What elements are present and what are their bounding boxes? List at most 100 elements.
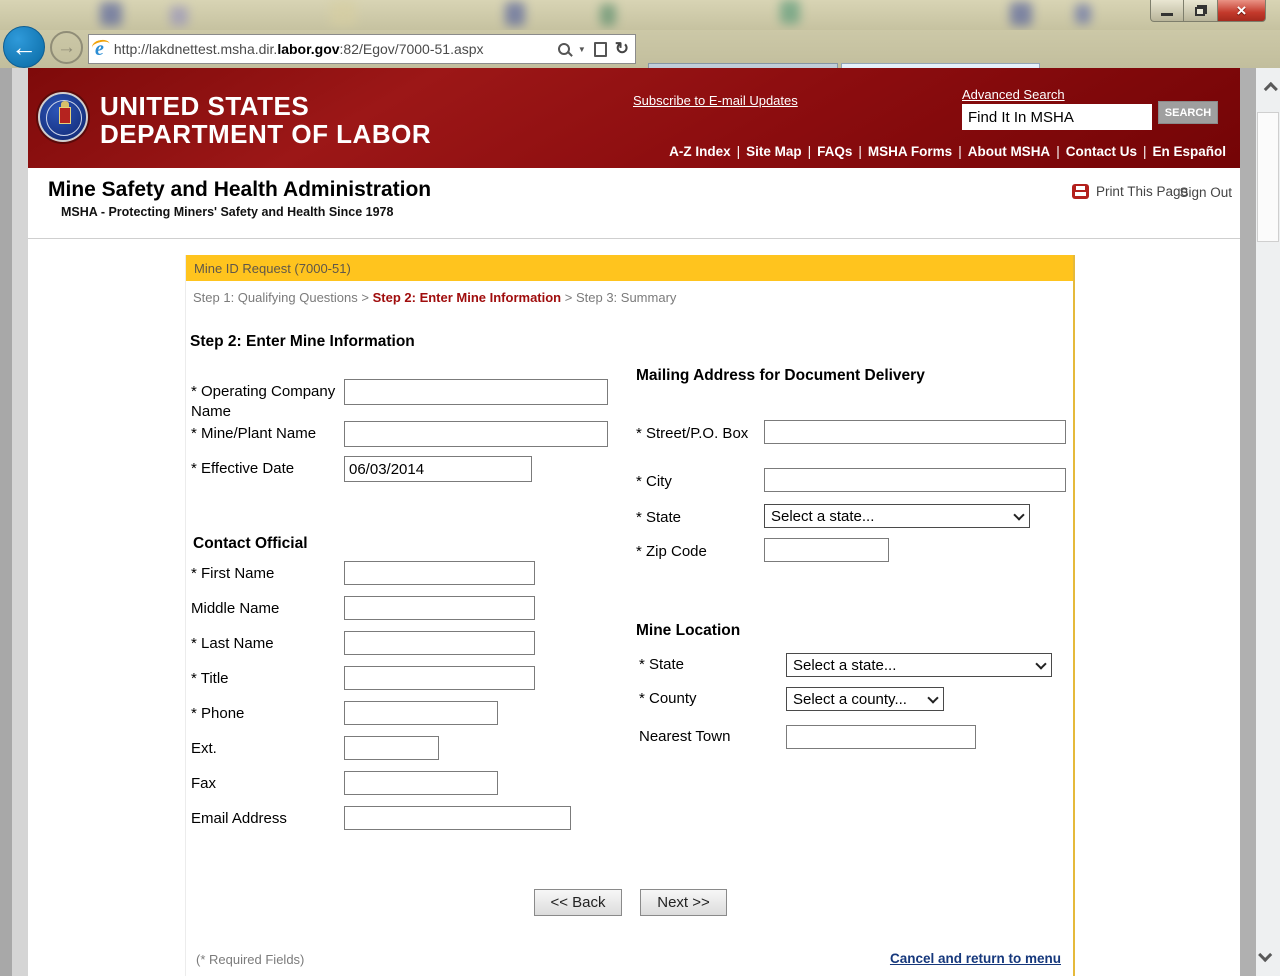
middle-name-input[interactable] [344,596,535,620]
first-name-input[interactable] [344,561,535,585]
msha-search-button[interactable]: SEARCH [1158,101,1218,124]
city-label: * City [636,468,764,493]
operating-company-input[interactable] [344,379,608,405]
window-titlebar: × [0,0,1280,30]
msha-subheader: Mine Safety and Health Administration MS… [28,168,1240,239]
next-step-button[interactable]: Next >> [640,889,727,916]
url-text[interactable]: http://lakdnettest.msha.dir.labor.gov:82… [114,41,558,57]
msha-search-input[interactable] [962,104,1152,130]
step2-heading: Step 2: Enter Mine Information [190,333,415,351]
fax-input[interactable] [344,771,498,795]
nav-contact-us[interactable]: Contact Us [1066,144,1137,159]
refresh-icon[interactable]: ↻ [615,39,629,59]
title-input[interactable] [344,666,535,690]
desktop-icon-blur [600,4,616,26]
form-container: Mine ID Request (7000-51) Step 1: Qualif… [185,255,1075,976]
nav-en-espanol[interactable]: En Español [1152,144,1226,159]
ie-window: × e Application Jump Page e MSHA - × ⌂ ★… [0,0,1280,976]
scroll-down-button[interactable] [1256,938,1280,972]
breadcrumb-step1: Step 1: Qualifying Questions [193,290,358,305]
close-icon: × [1237,2,1247,19]
print-this-page[interactable]: Print This Page [1072,184,1188,199]
window-minimize-button[interactable] [1150,0,1184,22]
seal-crest [59,107,71,124]
dol-header: UNITED STATES DEPARTMENT OF LABOR Subscr… [28,68,1240,168]
effective-date-input[interactable] [344,456,532,482]
nav-site-map[interactable]: Site Map [746,144,802,159]
site-tagline: MSHA - Protecting Miners' Safety and Hea… [61,205,393,219]
nearest-town-input[interactable] [786,725,976,749]
breadcrumb-step2-current: Step 2: Enter Mine Information [373,290,562,305]
minimize-icon [1161,13,1173,16]
agency-name: UNITED STATES DEPARTMENT OF LABOR [100,92,431,148]
last-name-input[interactable] [344,631,535,655]
street-input[interactable] [764,420,1066,444]
vertical-scrollbar[interactable] [1256,68,1280,976]
city-input[interactable] [764,468,1066,492]
mine-state-select[interactable]: Select a state... [786,653,1052,677]
nav-msha-forms[interactable]: MSHA Forms [868,144,952,159]
subscribe-link[interactable]: Subscribe to E-mail Updates [633,93,798,108]
nav-az-index[interactable]: A-Z Index [669,144,731,159]
mine-plant-input[interactable] [344,421,608,447]
scroll-up-button[interactable] [1256,72,1280,106]
forward-button[interactable]: → [50,31,83,64]
scrollbar-thumb[interactable] [1257,112,1279,242]
page-body: UNITED STATES DEPARTMENT OF LABOR Subscr… [28,68,1240,976]
address-bar[interactable]: e http://lakdnettest.msha.dir.labor.gov:… [88,34,636,64]
mine-plant-label: * Mine/Plant Name [191,421,344,444]
email-label: Email Address [191,806,344,829]
desktop-icon-blur [780,0,800,24]
window-close-button[interactable]: × [1218,0,1266,22]
breadcrumb-step3: Step 3: Summary [576,290,676,305]
chevron-down-icon [1258,948,1272,962]
back-step-button[interactable]: << Back [534,889,622,916]
chevron-down-icon[interactable]: ▼ [578,45,586,54]
site-title: Mine Safety and Health Administration [48,178,431,202]
desktop-icon-blur [1010,2,1032,26]
county-label: * County [639,687,786,707]
mine-state-label: * State [639,653,786,673]
page-margin-right [1240,68,1256,976]
page-favicon: e [95,39,104,59]
nav-about-msha[interactable]: About MSHA [968,144,1050,159]
desktop-icon-blur [330,0,356,26]
forward-arrow-icon: → [57,37,76,59]
street-label: * Street/P.O. Box [636,420,764,445]
contact-official-heading: Contact Official [193,535,308,553]
dol-seal-logo [38,92,88,142]
breadcrumb: Step 1: Qualifying Questions > Step 2: E… [193,290,676,305]
last-name-label: * Last Name [191,631,344,654]
cancel-return-link[interactable]: Cancel and return to menu [890,951,1061,966]
operating-company-label: * Operating Company Name [191,379,344,422]
phone-label: * Phone [191,701,344,724]
advanced-search-link[interactable]: Advanced Search [962,87,1065,102]
sign-out-link[interactable]: Sign Out [1179,185,1232,200]
first-name-label: * First Name [191,561,344,584]
zip-input[interactable] [764,538,889,562]
search-icon[interactable] [558,43,570,55]
ext-label: Ext. [191,736,344,759]
ext-input[interactable] [344,736,439,760]
compatibility-view-icon[interactable] [594,42,607,57]
fax-label: Fax [191,771,344,794]
window-controls: × [1150,0,1266,22]
back-button[interactable]: ← [3,26,45,68]
chevron-down-icon [1013,509,1024,520]
chevron-down-icon [1035,658,1046,669]
page-viewport: UNITED STATES DEPARTMENT OF LABOR Subscr… [12,68,1240,976]
email-input[interactable] [344,806,571,830]
restore-icon [1195,7,1205,16]
mailing-state-select[interactable]: Select a state... [764,504,1030,528]
county-select[interactable]: Select a county... [786,687,944,711]
nav-faqs[interactable]: FAQs [817,144,852,159]
middle-name-label: Middle Name [191,596,344,619]
nearest-town-label: Nearest Town [639,725,786,745]
header-nav: A-Z Index|Site Map|FAQs|MSHA Forms|About… [669,144,1226,159]
form-title-bar: Mine ID Request (7000-51) [186,255,1073,281]
required-fields-note: (* Required Fields) [196,952,304,967]
window-frame-left [0,68,12,976]
window-restore-button[interactable] [1184,0,1218,22]
phone-input[interactable] [344,701,498,725]
effective-date-label: * Effective Date [191,456,344,479]
